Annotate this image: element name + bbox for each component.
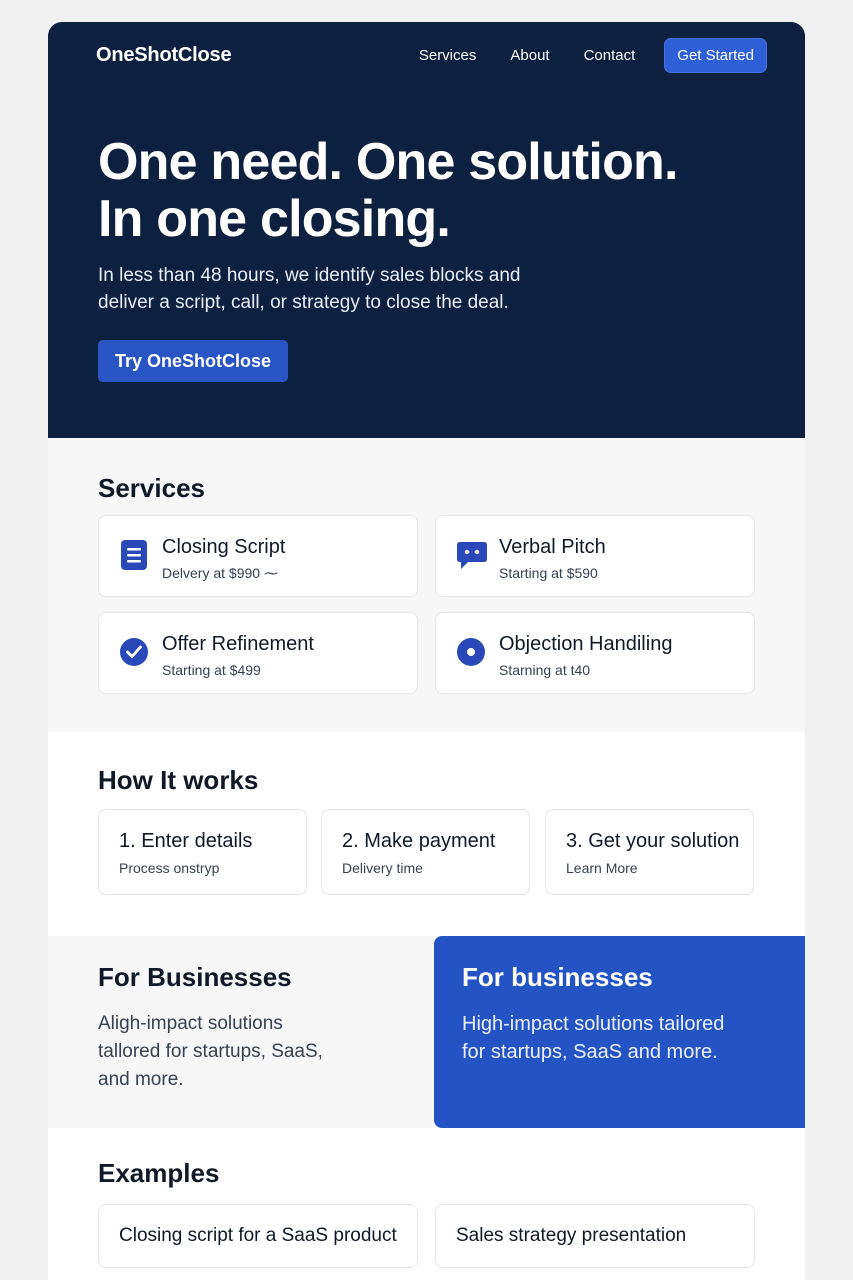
document-icon — [119, 538, 149, 572]
hero-title-line1: One need. One solution. — [98, 133, 678, 191]
services-section: Services Closing Script Delvery at $990 … — [48, 438, 805, 732]
examples-section: Examples Closing script for a SaaS produ… — [48, 1128, 805, 1280]
chat-bubble-icon — [456, 538, 487, 572]
hero-subtitle: In less than 48 hours, we identify sales… — [98, 262, 568, 316]
step-title: 1. Enter details — [119, 830, 253, 852]
dot-circle-icon — [456, 635, 486, 669]
businesses-title: For Businesses — [98, 962, 292, 992]
nav-link-about[interactable]: About — [510, 47, 549, 64]
businesses-highlight-panel: For businesses High-impact solutions tai… — [434, 936, 805, 1128]
step-desc: Process onstryp — [119, 860, 220, 876]
examples-title: Examples — [98, 1158, 220, 1188]
service-card-objection-handling[interactable]: Objection Handiling Starning at t40 — [435, 612, 755, 694]
step-card-3[interactable]: 3. Get your solution Learn More — [545, 809, 754, 895]
hero-subtitle-line1: In less than 48 hours, we identify sales… — [98, 265, 521, 286]
hero-subtitle-line2: deliver a script, call, or strategy to c… — [98, 292, 509, 313]
service-card-offer-refinement[interactable]: Offer Refinement Starting at $499 — [98, 612, 418, 694]
businesses-text: Aligh-impact solutions tallored for star… — [98, 1013, 323, 1090]
step-desc: Delivery time — [342, 860, 423, 876]
businesses-highlight-title: For businesses — [462, 962, 653, 992]
service-price: Starning at t40 — [499, 662, 591, 678]
try-oneshotclose-button[interactable]: Try OneShotClose — [98, 340, 288, 382]
nav-link-services[interactable]: Services — [419, 47, 477, 64]
service-price: Delvery at $990 ⁓ — [162, 565, 278, 581]
step-title: 3. Get your solution — [566, 830, 740, 852]
service-card-closing-script[interactable]: Closing Script Delvery at $990 ⁓ — [98, 515, 418, 597]
example-label: Closing script for a SaaS product — [119, 1225, 397, 1246]
hero-title: One need. One solution. In one closing. — [98, 134, 778, 248]
services-title: Services — [98, 473, 205, 503]
how-it-works-section: How It works 1. Enter details Process on… — [48, 732, 805, 936]
example-card-closing-script[interactable]: Closing script for a SaaS product — [98, 1204, 418, 1268]
service-name: Closing Script — [162, 536, 286, 558]
step-card-2[interactable]: 2. Make payment Delivery time — [321, 809, 530, 895]
top-nav: Services About Contact Get Started — [419, 38, 767, 73]
step-card-1[interactable]: 1. Enter details Process onstryp — [98, 809, 307, 895]
businesses-highlight-text: High-impact solutions tailored for start… — [462, 1013, 725, 1063]
service-price: Starting at $590 — [499, 565, 598, 581]
how-it-works-title: How It works — [98, 765, 259, 795]
logo[interactable]: OneShotClose — [96, 44, 232, 67]
step-title: 2. Make payment — [342, 830, 496, 852]
get-started-button[interactable]: Get Started — [664, 38, 767, 73]
learn-more-link[interactable]: Learn More — [566, 860, 638, 876]
service-card-verbal-pitch[interactable]: Verbal Pitch Starting at $590 — [435, 515, 755, 597]
service-price: Starting at $499 — [162, 662, 261, 678]
example-card-sales-strategy[interactable]: Sales strategy presentation — [435, 1204, 755, 1268]
nav-link-contact[interactable]: Contact — [584, 47, 636, 64]
service-name: Verbal Pitch — [499, 536, 606, 558]
businesses-section: For Businesses Aligh-impact solutions ta… — [48, 936, 805, 1128]
landing-page: OneShotClose Services About Contact Get … — [48, 22, 805, 1280]
hero-title-line2: In one closing. — [98, 190, 451, 248]
service-name: Objection Handiling — [499, 633, 673, 655]
hero-section: OneShotClose Services About Contact Get … — [48, 22, 805, 438]
example-label: Sales strategy presentation — [456, 1225, 687, 1246]
service-name: Offer Refinement — [162, 633, 314, 655]
checkmark-circle-icon — [119, 635, 149, 669]
